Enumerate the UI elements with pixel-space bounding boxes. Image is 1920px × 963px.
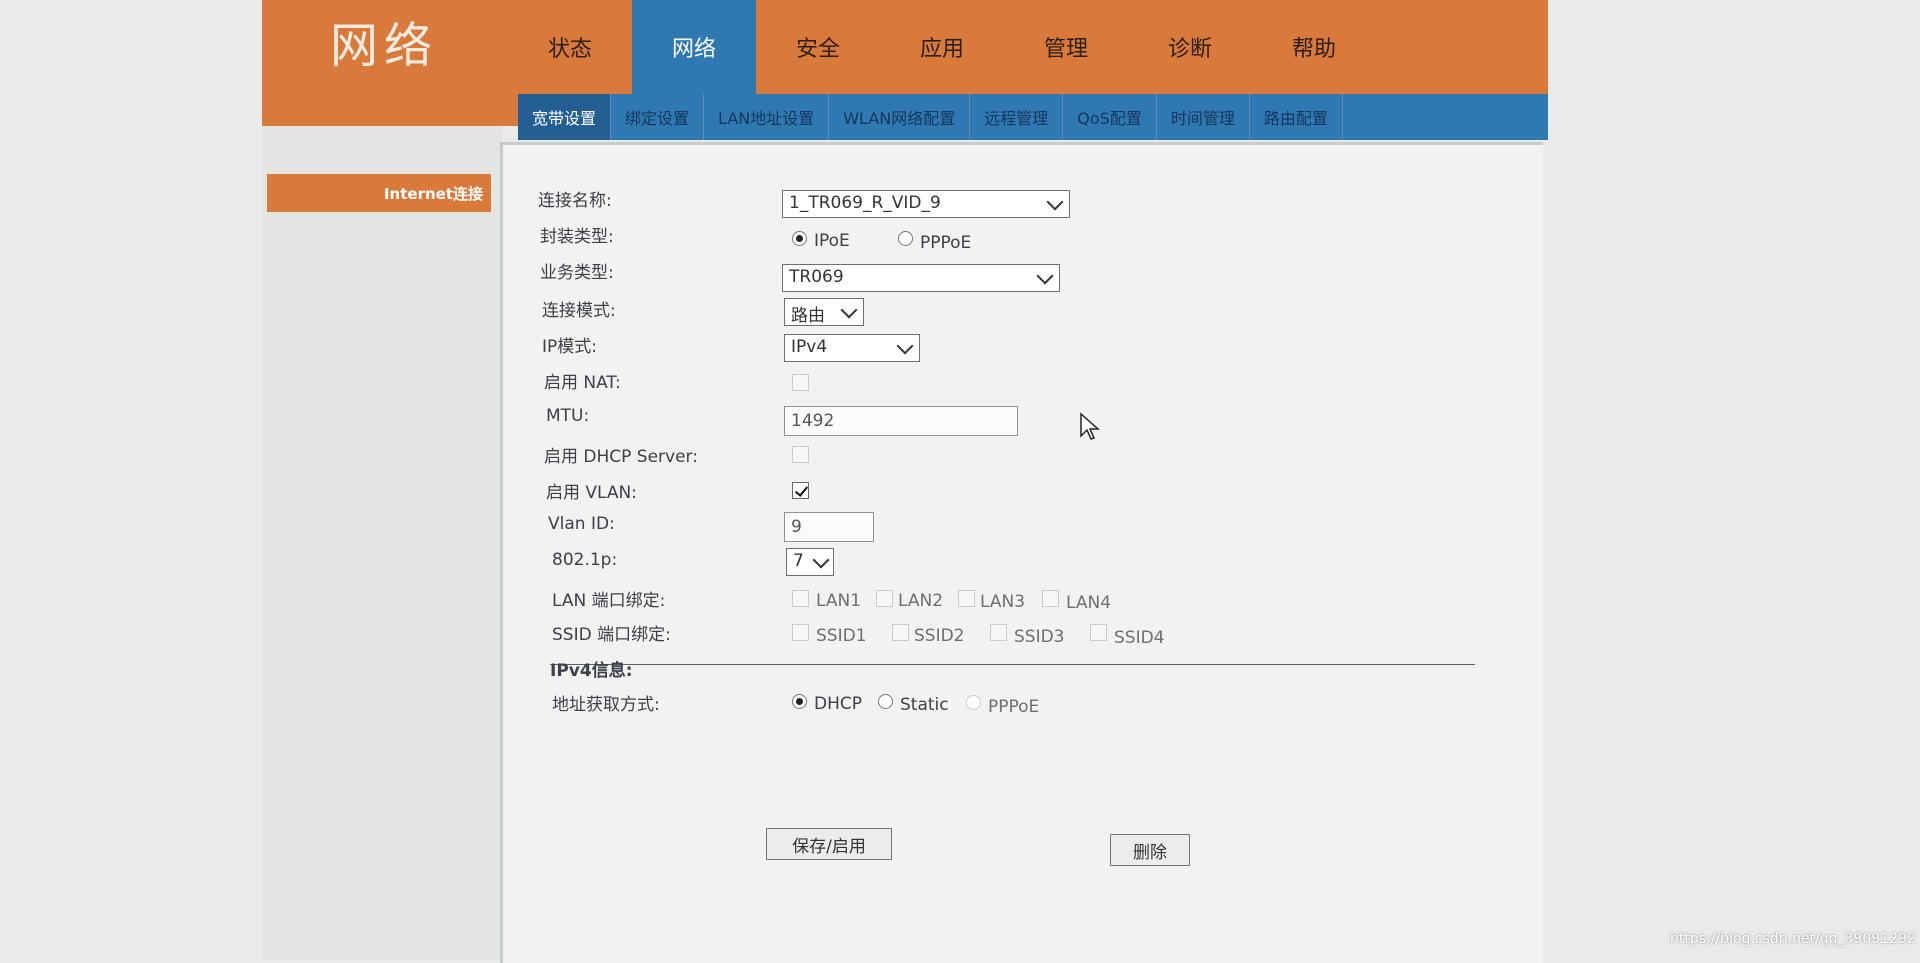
lan2-checkbox[interactable] bbox=[876, 590, 893, 607]
dot1p-label: 802.1p: bbox=[552, 550, 618, 570]
addr-pppoe-label: PPPoE bbox=[988, 697, 1040, 717]
vlan-id-input[interactable]: 9 bbox=[784, 512, 874, 542]
chevron-down-icon bbox=[1046, 193, 1064, 211]
vlan-label: 启用 VLAN: bbox=[546, 483, 637, 503]
encap-ipoe-radio[interactable] bbox=[792, 231, 807, 246]
ipv4-section-title: IPv4信息: bbox=[550, 661, 633, 681]
lan3-label: LAN3 bbox=[980, 592, 1026, 612]
dhcp-server-label: 启用 DHCP Server: bbox=[544, 447, 698, 467]
encap-type-label: 封装类型: bbox=[540, 227, 614, 247]
ssid3-label: SSID3 bbox=[1014, 627, 1065, 647]
subnav-lan-address[interactable]: LAN地址设置 bbox=[704, 94, 830, 140]
service-type-label: 业务类型: bbox=[540, 263, 614, 283]
ip-mode-select[interactable]: IPv4 bbox=[784, 334, 920, 362]
ip-mode-value: IPv4 bbox=[791, 337, 828, 357]
brand-title: 网络 bbox=[330, 18, 439, 74]
watermark: https://blog.csdn.net/qq_39091292 bbox=[1670, 931, 1916, 947]
service-type-select[interactable]: TR069 bbox=[782, 264, 1060, 292]
connection-name-value: 1_TR069_R_VID_9 bbox=[789, 193, 941, 213]
ssid2-label: SSID2 bbox=[914, 626, 965, 646]
nat-checkbox[interactable] bbox=[792, 374, 809, 391]
subnav-routing[interactable]: 路由配置 bbox=[1250, 94, 1343, 140]
delete-button[interactable]: 删除 bbox=[1110, 834, 1190, 866]
addr-pppoe-radio[interactable] bbox=[966, 695, 981, 710]
encap-pppoe-radio[interactable] bbox=[898, 231, 913, 246]
addr-dhcp-radio[interactable] bbox=[792, 694, 807, 709]
tab-application[interactable]: 应用 bbox=[880, 0, 1004, 94]
ssid1-checkbox[interactable] bbox=[792, 624, 809, 641]
chevron-down-icon bbox=[896, 337, 914, 355]
ssid1-label: SSID1 bbox=[816, 626, 867, 646]
ssid4-checkbox[interactable] bbox=[1090, 624, 1107, 641]
connection-name-select[interactable]: 1_TR069_R_VID_9 bbox=[782, 190, 1070, 218]
lan4-label: LAN4 bbox=[1066, 593, 1112, 613]
subnav-qos[interactable]: QoS配置 bbox=[1063, 94, 1157, 140]
connection-mode-label: 连接模式: bbox=[542, 301, 616, 321]
ssid2-checkbox[interactable] bbox=[892, 624, 909, 641]
dot1p-value: 7 bbox=[793, 551, 804, 571]
vlan-checkbox[interactable] bbox=[792, 482, 809, 499]
subnav-time[interactable]: 时间管理 bbox=[1157, 94, 1250, 140]
lan1-label: LAN1 bbox=[816, 591, 862, 611]
dhcp-server-checkbox[interactable] bbox=[792, 446, 809, 463]
tab-diagnosis[interactable]: 诊断 bbox=[1128, 0, 1252, 94]
lan-bind-label: LAN 端口绑定: bbox=[552, 591, 666, 611]
tab-network[interactable]: 网络 bbox=[632, 0, 756, 94]
addr-static-label: Static bbox=[900, 695, 949, 715]
service-type-value: TR069 bbox=[789, 267, 844, 287]
top-header: 网络 状态 网络 安全 应用 管理 诊断 帮助 宽带设置 绑定设置 LAN地址设… bbox=[262, 0, 1548, 140]
chevron-down-icon bbox=[840, 301, 858, 319]
lan1-checkbox[interactable] bbox=[792, 590, 809, 607]
subnav-wlan[interactable]: WLAN网络配置 bbox=[829, 94, 971, 140]
chevron-down-icon bbox=[1036, 267, 1054, 285]
lan2-label: LAN2 bbox=[898, 591, 944, 611]
save-apply-button[interactable]: 保存/启用 bbox=[766, 828, 892, 860]
connection-mode-value: 路由 bbox=[791, 306, 825, 326]
addr-dhcp-label: DHCP bbox=[814, 694, 862, 714]
lan3-checkbox[interactable] bbox=[958, 590, 975, 607]
vlan-id-label: Vlan ID: bbox=[548, 514, 615, 534]
connection-name-label: 连接名称: bbox=[538, 191, 612, 211]
lan4-checkbox[interactable] bbox=[1042, 590, 1059, 607]
addr-static-radio[interactable] bbox=[878, 694, 893, 709]
dot1p-select[interactable]: 7 bbox=[786, 548, 834, 576]
addr-method-label: 地址获取方式: bbox=[552, 695, 660, 715]
subnav-broadband[interactable]: 宽带设置 bbox=[518, 94, 612, 140]
check-icon bbox=[794, 483, 809, 497]
tab-status[interactable]: 状态 bbox=[508, 0, 632, 94]
ssid4-label: SSID4 bbox=[1114, 628, 1165, 648]
subnav-binding[interactable]: 绑定设置 bbox=[611, 94, 705, 140]
mtu-label: MTU: bbox=[546, 406, 590, 426]
ssid3-checkbox[interactable] bbox=[990, 624, 1007, 641]
main-nav: 状态 网络 安全 应用 管理 诊断 帮助 bbox=[508, 0, 1376, 94]
sub-nav: 宽带设置 绑定设置 LAN地址设置 WLAN网络配置 远程管理 QoS配置 时间… bbox=[518, 94, 1548, 140]
sidebar bbox=[262, 126, 502, 960]
encap-pppoe-label: PPPoE bbox=[920, 233, 972, 253]
mtu-input[interactable]: 1492 bbox=[784, 406, 1018, 436]
tab-security[interactable]: 安全 bbox=[756, 0, 880, 94]
chevron-down-icon bbox=[812, 551, 830, 569]
ip-mode-label: IP模式: bbox=[542, 337, 597, 357]
section-divider bbox=[550, 664, 1475, 665]
ssid-bind-label: SSID 端口绑定: bbox=[552, 625, 671, 645]
encap-ipoe-label: IPoE bbox=[814, 231, 850, 251]
nat-label: 启用 NAT: bbox=[544, 373, 621, 393]
tab-help[interactable]: 帮助 bbox=[1252, 0, 1376, 94]
connection-mode-select[interactable]: 路由 bbox=[784, 298, 864, 326]
sidebar-item-internet[interactable]: Internet连接 bbox=[267, 174, 491, 212]
subnav-remote-mgmt[interactable]: 远程管理 bbox=[970, 94, 1064, 140]
tab-management[interactable]: 管理 bbox=[1004, 0, 1128, 94]
